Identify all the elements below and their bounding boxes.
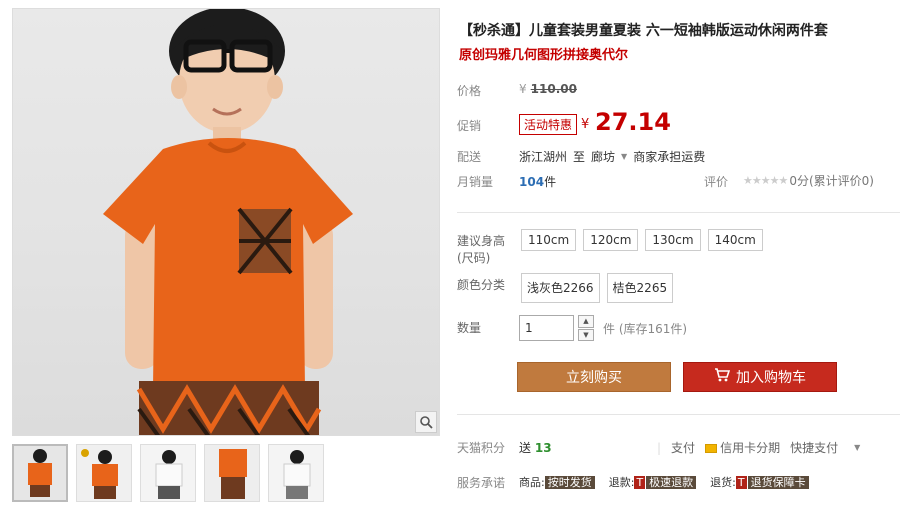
size-option-140[interactable]: 140cm [707,229,763,251]
stock-count: (库存161件) [618,322,688,336]
price-label: 价格 [457,84,482,98]
payment-info: | 支付 信用卡分期 快捷支付 ▼ [657,439,860,456]
add-to-cart-button[interactable]: 加入购物车 [683,362,837,392]
service-promises: 商品: 按时发货 退款: T 极速退款 退货: T 退货保障卡 [519,474,809,490]
thumbnail-2[interactable] [76,444,132,502]
payment-label: 支付 [671,441,696,455]
shipping-label: 配送 [457,150,482,164]
tmall-badge-icon: T [735,476,747,489]
size-label: 建议身高(尺码) [457,234,506,265]
divider [457,212,900,213]
tmall-badge-icon: T [634,476,646,489]
size-option-130[interactable]: 130cm [645,229,701,251]
promo-currency: ¥ [581,117,590,132]
divider [457,414,900,415]
promo-price: 27.14 [595,108,671,136]
thumbnail-5[interactable] [268,444,324,502]
chevron-down-icon[interactable]: ▼ [621,152,627,161]
sales-unit: 件 [544,175,557,189]
size-option-120[interactable]: 120cm [583,229,639,251]
quantity-label: 数量 [457,321,482,335]
express-pay[interactable]: 快捷支付 [790,439,838,456]
sales-label: 月销量 [457,175,494,189]
currency-symbol: ¥ [519,82,527,96]
stock-info: 件 (库存161件) [603,320,687,337]
thumbnail-3[interactable] [140,444,196,502]
thumbnail-strip [12,444,324,502]
rating-text[interactable]: 0分(累计评价0) [789,172,874,189]
shipping-fee: 商家承担运费 [633,150,706,164]
quantity-stepper: ▲ ▼ [578,315,594,341]
credit-installment-label: 信用卡分期 [720,441,781,455]
color-options: 浅灰色2266 桔色2265 [521,273,674,303]
rating-stars-icon: ★★★★★ [743,174,788,187]
service-prefix: 退货: [710,476,736,489]
service-tag: 退货保障卡 [747,476,809,489]
credit-card-icon [705,444,718,453]
service-prefix: 商品: [519,476,545,489]
increment-icon[interactable]: ▲ [578,315,594,328]
shipping-info: 浙江湖州 至 廊坊 ▼ 商家承担运费 [519,148,705,165]
original-price: ¥110.00 [519,82,577,96]
points-label: 天猫积分 [457,441,506,455]
points-info: 送 13 [519,439,552,456]
product-info-panel: 【秒杀通】儿童套装男童夏装 六一短袖韩版运动休闲两件套 原创玛雅几何图形拼接奥代… [457,0,900,510]
decrement-icon[interactable]: ▼ [578,328,594,341]
sales-count: 104件 [519,173,556,190]
rating[interactable]: ★★★★★ 0分(累计评价0) [743,172,874,189]
points-value: 13 [534,441,552,455]
product-title: 【秒杀通】儿童套装男童夏装 六一短袖韩版运动休闲两件套 [459,23,828,39]
shipping-to-word: 至 [573,150,586,164]
service-tag: 极速退款 [646,476,697,489]
original-price-value: 110.00 [530,82,577,96]
cart-icon [714,368,731,386]
thumbnail-4[interactable] [204,444,260,502]
product-gallery [12,8,440,438]
buy-now-label: 立刻购买 [566,370,622,386]
points-prefix: 送 [519,441,532,455]
promo-badge: 活动特惠 [519,114,578,135]
service-label: 服务承诺 [457,476,506,490]
separator: | [657,440,662,455]
quantity-input[interactable]: 1 [519,315,574,341]
credit-installment[interactable]: 信用卡分期 [705,439,780,456]
service-tag: 按时发货 [544,476,595,489]
service-prefix: 退款: [608,476,635,489]
quantity-unit: 件 [603,322,616,336]
color-option-orange[interactable]: 桔色2265 [606,273,674,303]
service-item-refund[interactable]: 退款: T 极速退款 [608,474,697,490]
thumbnail-1[interactable] [12,444,68,502]
main-product-image[interactable] [12,8,440,436]
sales-count-value: 104 [519,175,545,189]
buy-now-button[interactable]: 立刻购买 [517,362,671,392]
zoom-icon[interactable] [415,411,437,433]
size-options: 110cm 120cm 130cm 140cm [521,229,763,251]
rating-label: 评价 [704,175,729,189]
product-subtitle: 原创玛雅几何图形拼接奥代尔 [459,48,629,63]
chevron-down-icon[interactable]: ▼ [854,443,860,452]
size-option-110[interactable]: 110cm [521,229,577,251]
shipping-from: 浙江湖州 [519,150,568,164]
color-option-gray[interactable]: 浅灰色2266 [521,273,600,303]
promo-label: 促销 [457,119,482,133]
service-item-return[interactable]: 退货: T 退货保障卡 [710,474,809,490]
color-label: 颜色分类 [457,278,506,292]
service-item-shipping[interactable]: 商品: 按时发货 [519,474,595,490]
add-cart-label: 加入购物车 [736,370,806,386]
shipping-destination[interactable]: 廊坊 [591,148,615,165]
